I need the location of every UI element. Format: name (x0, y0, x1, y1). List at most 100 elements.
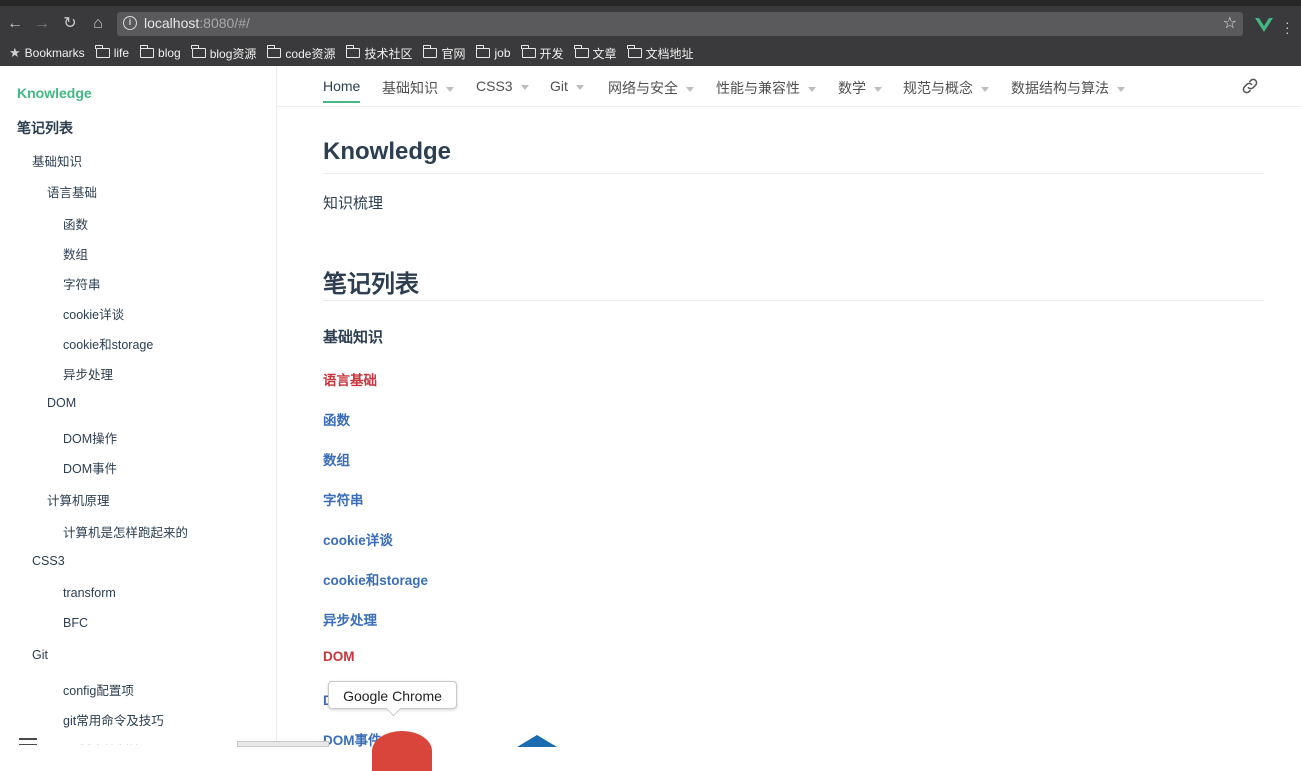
sidebar-item[interactable]: 基础知识 (32, 151, 82, 170)
folder-icon (95, 45, 110, 58)
nav-item[interactable]: Home (323, 78, 360, 94)
nav-item[interactable]: 数据结构与算法 (1011, 78, 1125, 98)
sidebar-item[interactable]: Git (32, 648, 48, 662)
bookmark-item[interactable]: 开发 (521, 45, 564, 62)
nav-item[interactable]: 数学 (838, 78, 882, 98)
nav-item[interactable]: 规范与概念 (903, 78, 989, 98)
sidebar-item[interactable]: 笔记列表 (17, 118, 73, 138)
url-text: localhost:8080/#/ (144, 15, 250, 31)
bookmark-item[interactable]: code资源 (266, 45, 336, 62)
bookmarks-bar: ★ Bookmarks life blog blog资源 code资源 技术社区 官网 job 开… (0, 40, 1301, 66)
nav-item[interactable]: 性能与兼容性 (716, 78, 816, 98)
bookmark-item[interactable]: 官网 (422, 45, 465, 62)
nav-item-label: 基础知识 (382, 80, 438, 96)
sidebar-title[interactable]: Knowledge (17, 85, 92, 101)
bookmark-label: 技术社区 (364, 46, 413, 61)
nav-item[interactable]: 基础知识 (382, 78, 454, 98)
caret-down-icon (1117, 86, 1125, 92)
note-link[interactable]: DOM (323, 649, 355, 664)
nav-item-label: 数据结构与算法 (1011, 80, 1109, 96)
sidebar-item[interactable]: CSS3 (32, 554, 65, 568)
chrome-dock-icon[interactable] (372, 731, 432, 771)
nav-item-label: Git (550, 78, 568, 94)
forward-arrow-icon[interactable]: → (32, 14, 52, 34)
bookmark-item[interactable]: 技术社区 (345, 45, 413, 62)
note-link[interactable]: 语言基础 (323, 369, 377, 389)
folder-icon (574, 45, 589, 58)
nav-item-label: 规范与概念 (903, 80, 973, 96)
nav-item[interactable]: 网络与安全 (608, 78, 694, 98)
sidebar-item[interactable]: DOM事件 (63, 458, 117, 477)
caret-down-icon (575, 84, 584, 90)
sidebar-item[interactable]: 语言基础 (47, 182, 97, 201)
home-icon[interactable]: ⌂ (88, 14, 108, 34)
sidebar-item[interactable]: config配置项 (63, 680, 134, 699)
sidebar-item[interactable]: DOM (47, 396, 76, 410)
bookmark-item[interactable]: job (475, 45, 511, 60)
bookmark-item[interactable]: ★ Bookmarks (9, 45, 85, 61)
browser-toolbar: ← → ↻ ⌂ i localhost:8080/#/ ☆ · · · (0, 0, 1301, 40)
folder-icon (475, 45, 491, 58)
caret-down-icon (686, 86, 694, 92)
reload-icon[interactable]: ↻ (60, 14, 80, 34)
bookmark-star-icon[interactable]: ☆ (1223, 13, 1237, 33)
note-link[interactable]: cookie和storage (323, 569, 428, 589)
note-link[interactable]: 异步处理 (323, 609, 377, 629)
link-icon[interactable] (1240, 76, 1260, 96)
note-link[interactable]: 数组 (323, 449, 350, 469)
bookmarks-star-icon: ★ (9, 45, 21, 60)
note-link[interactable]: cookie详谈 (323, 529, 393, 549)
dock-window-thumbnail (237, 741, 329, 747)
hamburger-menu-icon[interactable] (19, 738, 37, 745)
page-title: Knowledge (323, 138, 452, 165)
bookmark-item[interactable]: 文档地址 (627, 45, 694, 62)
sidebar-item[interactable]: DOM操作 (63, 428, 117, 447)
folder-icon (627, 45, 642, 58)
bookmark-item[interactable]: blog (139, 45, 181, 60)
caret-down-icon (808, 86, 816, 92)
folder-icon (422, 45, 438, 58)
site-info-icon[interactable]: i (123, 16, 137, 30)
sidebar-item[interactable]: Git版本控制管理 (63, 740, 154, 745)
address-bar[interactable]: i localhost:8080/#/ ☆ (117, 12, 1243, 36)
note-link[interactable]: 字符串 (323, 489, 364, 509)
dock-tooltip: Google Chrome (328, 681, 457, 709)
dock-app-icon[interactable] (517, 735, 557, 747)
bookmark-item[interactable]: life (95, 45, 130, 60)
nav-item-label: Home (323, 78, 361, 94)
vue-devtools-icon[interactable] (1255, 18, 1273, 32)
back-arrow-icon[interactable]: ← (5, 14, 25, 34)
active-tab-underline (323, 101, 360, 103)
nav-item-label: 网络与安全 (608, 80, 678, 96)
bookmark-item[interactable]: blog资源 (191, 45, 257, 62)
sidebar-item[interactable]: 字符串 (63, 274, 101, 293)
sidebar-item[interactable]: 计算机是怎样跑起来的 (63, 522, 188, 541)
top-navigation: Home 基础知识 CSS3 Git 网络与安全 性能与兼容性 数学 规范与概念 数据结构与算法 (277, 66, 1301, 107)
sidebar-item[interactable]: 异步处理 (63, 364, 113, 383)
folder-icon (191, 45, 206, 58)
note-link[interactable]: 函数 (323, 409, 350, 429)
bookmark-label: 文档地址 (645, 46, 694, 61)
sidebar-item[interactable]: cookie和storage (63, 334, 153, 353)
bookmark-label: life (113, 46, 130, 60)
nav-item[interactable]: Git (550, 78, 584, 94)
sidebar-item[interactable]: 函数 (63, 214, 88, 233)
caret-down-icon (874, 86, 882, 92)
bookmark-label: blog资源 (209, 46, 257, 61)
folder-icon (345, 45, 361, 58)
bookmark-item[interactable]: 文章 (574, 45, 617, 62)
intro-text: 知识梳理 (323, 195, 384, 212)
sidebar-item[interactable]: 计算机原理 (47, 490, 110, 509)
sidebar-item[interactable]: transform (63, 586, 116, 600)
folder-icon (266, 45, 282, 58)
sidebar-item[interactable]: BFC (63, 616, 88, 630)
browser-menu-icon[interactable]: · · · (1285, 15, 1290, 39)
sidebar-item[interactable]: git常用命令及技巧 (63, 710, 164, 729)
sidebar-item[interactable]: 数组 (63, 244, 88, 263)
nav-item-label: CSS3 (476, 78, 513, 94)
nav-item[interactable]: CSS3 (476, 78, 529, 94)
sidebar-item[interactable]: cookie详谈 (63, 304, 124, 323)
caret-down-icon (520, 84, 529, 90)
bookmark-label: code资源 (285, 46, 336, 61)
bookmark-label: 文章 (592, 46, 617, 61)
